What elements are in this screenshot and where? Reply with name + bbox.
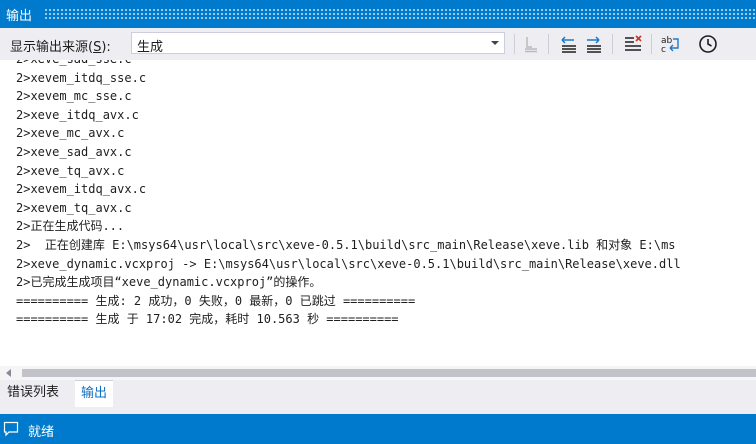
next-message-icon xyxy=(587,36,601,53)
scrollbar-thumb[interactable] xyxy=(22,369,756,377)
show-output-from-label: 显示输出来源(S): xyxy=(10,40,111,55)
output-line: 2>xevem_tq_avx.c xyxy=(16,200,132,215)
output-line: 2>xeve_itdq_avx.c xyxy=(16,107,139,122)
word-wrap-icon: ab c xyxy=(661,36,679,55)
horizontal-scrollbar[interactable] xyxy=(0,366,756,380)
output-line: 2>xevem_itdq_sse.c xyxy=(16,70,147,85)
chevron-down-icon[interactable] xyxy=(491,41,499,45)
toolbar-separator xyxy=(651,34,652,54)
output-lines: 2>xeve_sad_sse.c 2>xevem_itdq_sse.c 2>xe… xyxy=(16,60,681,329)
find-message-in-code-button[interactable] xyxy=(520,33,542,55)
show-timestamps-button[interactable] xyxy=(697,33,719,55)
output-source-dropdown[interactable]: 生成 xyxy=(131,32,505,55)
tab-error-list[interactable]: 错误列表 xyxy=(1,380,65,406)
output-line: 2>已完成生成项目“xeve_dynamic.vcxproj”的操作。 xyxy=(16,275,322,290)
previous-message-icon xyxy=(561,36,576,53)
output-line: 2>xeve_dynamic.vcxproj -> E:\msys64\usr\… xyxy=(16,256,681,271)
tool-window-tabs: 错误列表 输出 xyxy=(0,380,756,408)
output-line: 2>xeve_mc_avx.c xyxy=(16,126,125,141)
tool-window-title-bar[interactable]: 输出 xyxy=(0,0,756,28)
clear-all-icon xyxy=(625,35,642,51)
output-line: 2>正在生成代码... xyxy=(16,219,125,234)
output-line: 2>xeve_sad_sse.c xyxy=(16,60,681,69)
scroll-left-arrow-icon[interactable] xyxy=(6,369,11,377)
find-message-in-code-icon xyxy=(525,37,537,53)
tab-output[interactable]: 输出 xyxy=(75,380,114,407)
output-line: 2>xevem_itdq_avx.c xyxy=(16,182,147,197)
output-line: 2> 正在创建库 E:\msys64\usr\local\src\xeve-0.… xyxy=(16,237,676,252)
output-source-value: 生成 xyxy=(137,40,164,55)
clear-all-button[interactable] xyxy=(622,33,644,55)
status-bar: 就绪 xyxy=(0,414,756,444)
output-text-pane[interactable]: 2>xeve_sad_sse.c 2>xevem_itdq_sse.c 2>xe… xyxy=(0,60,756,366)
status-text: 就绪 xyxy=(28,425,55,440)
toolbar-separator xyxy=(612,34,613,54)
output-line: 2>xevem_mc_sse.c xyxy=(16,89,132,104)
previous-message-button[interactable] xyxy=(558,33,580,55)
output-toolbar: 显示输出来源(S): 生成 ab c xyxy=(0,28,756,60)
svg-text:c: c xyxy=(661,45,666,55)
toolbar-separator xyxy=(548,34,549,54)
show-timestamps-icon xyxy=(699,35,717,53)
tool-window-title: 输出 xyxy=(6,9,33,24)
output-line: 2>xeve_tq_avx.c xyxy=(16,163,125,178)
output-line: 2>xeve_sad_avx.c xyxy=(16,144,132,159)
output-line: ========== 生成: 2 成功，0 失败，0 最新，0 已跳过 ====… xyxy=(16,293,416,308)
output-line: ========== 生成 于 17:02 完成，耗时 10.563 秒 ===… xyxy=(16,312,399,327)
toolbar-separator xyxy=(514,34,515,54)
word-wrap-button[interactable]: ab c xyxy=(659,33,681,55)
notification-icon[interactable] xyxy=(3,421,19,440)
next-message-button[interactable] xyxy=(583,33,605,55)
title-bar-grip[interactable] xyxy=(44,8,756,19)
